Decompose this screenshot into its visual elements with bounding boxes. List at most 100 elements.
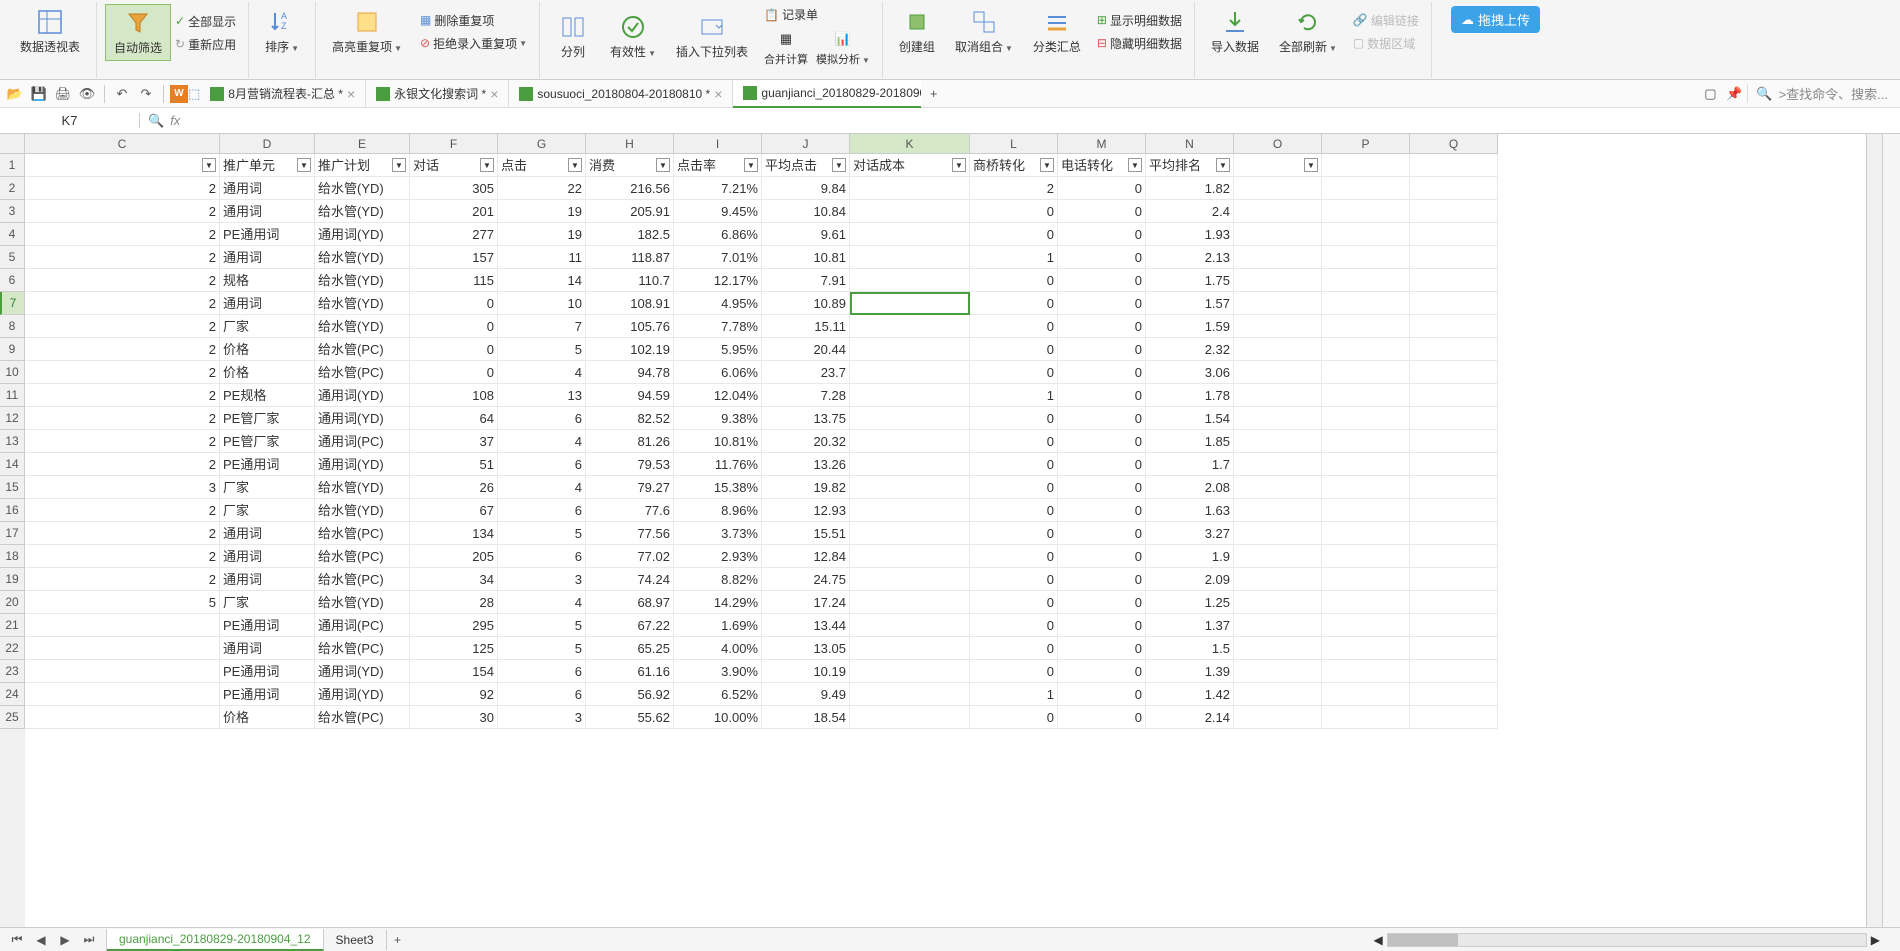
data-cell[interactable]: 通用词(PC): [315, 614, 410, 637]
data-cell[interactable]: [1322, 545, 1410, 568]
row-header[interactable]: 16: [0, 499, 25, 522]
row-header[interactable]: 10: [0, 361, 25, 384]
whatif-button[interactable]: 📊 模拟分析▼: [812, 27, 874, 69]
data-cell[interactable]: 0: [1058, 683, 1146, 706]
data-cell[interactable]: 1.9: [1146, 545, 1234, 568]
data-cell[interactable]: [1410, 476, 1498, 499]
text-to-columns-button[interactable]: 分列: [548, 4, 598, 69]
data-cell[interactable]: 10.81%: [674, 430, 762, 453]
insert-dropdown-button[interactable]: 插入下拉列表: [668, 4, 756, 69]
data-cell[interactable]: [850, 614, 970, 637]
data-cell[interactable]: 1.25: [1146, 591, 1234, 614]
data-cell[interactable]: 给水管(PC): [315, 522, 410, 545]
column-header[interactable]: Q: [1410, 134, 1498, 154]
data-cell[interactable]: 79.27: [586, 476, 674, 499]
pin-button[interactable]: 📌: [1723, 83, 1745, 105]
filter-dropdown-button[interactable]: ▼: [1216, 158, 1230, 172]
filter-dropdown-button[interactable]: ▼: [297, 158, 311, 172]
data-cell[interactable]: [850, 407, 970, 430]
data-cell[interactable]: 2: [25, 269, 220, 292]
data-cell[interactable]: 给水管(YD): [315, 591, 410, 614]
sheet-next-button[interactable]: ▶: [54, 929, 76, 951]
autofilter-button[interactable]: 自动筛选: [105, 4, 171, 61]
data-cell[interactable]: 51: [410, 453, 498, 476]
data-cell[interactable]: 7: [498, 315, 586, 338]
data-cell[interactable]: [1234, 568, 1322, 591]
data-cell[interactable]: [1322, 499, 1410, 522]
header-cell[interactable]: ▼: [1234, 154, 1322, 177]
data-cell[interactable]: PE通用词: [220, 223, 315, 246]
data-cell[interactable]: 14.29%: [674, 591, 762, 614]
highlight-duplicates-button[interactable]: 高亮重复项▼: [324, 4, 410, 59]
data-cell[interactable]: 0: [970, 476, 1058, 499]
data-cell[interactable]: [1322, 315, 1410, 338]
data-cell[interactable]: 37: [410, 430, 498, 453]
data-cell[interactable]: 12.04%: [674, 384, 762, 407]
data-cell[interactable]: [1410, 200, 1498, 223]
data-cell[interactable]: 2.08: [1146, 476, 1234, 499]
data-cell[interactable]: 1.63: [1146, 499, 1234, 522]
data-cell[interactable]: 2: [25, 338, 220, 361]
record-form-button[interactable]: 📋记录单: [760, 4, 874, 25]
wps-logo-button[interactable]: W: [170, 83, 188, 105]
data-cell[interactable]: [850, 246, 970, 269]
column-header[interactable]: P: [1322, 134, 1410, 154]
data-cell[interactable]: 1.85: [1146, 430, 1234, 453]
data-cell[interactable]: 154: [410, 660, 498, 683]
data-cell[interactable]: 125: [410, 637, 498, 660]
row-header[interactable]: 25: [0, 706, 25, 729]
data-cell[interactable]: 通用词(YD): [315, 453, 410, 476]
data-cell[interactable]: 118.87: [586, 246, 674, 269]
data-cell[interactable]: 0: [1058, 591, 1146, 614]
data-cell[interactable]: 0: [970, 361, 1058, 384]
data-cell[interactable]: 11.76%: [674, 453, 762, 476]
data-cell[interactable]: 182.5: [586, 223, 674, 246]
filter-dropdown-button[interactable]: ▼: [656, 158, 670, 172]
data-cell[interactable]: 价格: [220, 706, 315, 729]
data-cell[interactable]: 134: [410, 522, 498, 545]
column-header[interactable]: N: [1146, 134, 1234, 154]
data-cell[interactable]: 102.19: [586, 338, 674, 361]
row-header[interactable]: 15: [0, 476, 25, 499]
data-cell[interactable]: 9.61: [762, 223, 850, 246]
data-cell[interactable]: 13.44: [762, 614, 850, 637]
data-cell[interactable]: [1410, 246, 1498, 269]
data-cell[interactable]: 0: [410, 292, 498, 315]
data-cell[interactable]: [1410, 522, 1498, 545]
document-tab[interactable]: 永银文化搜索词 *×: [366, 80, 509, 108]
data-cell[interactable]: 3: [498, 568, 586, 591]
column-header[interactable]: G: [498, 134, 586, 154]
data-cell[interactable]: 通用词: [220, 200, 315, 223]
data-cell[interactable]: 0: [970, 614, 1058, 637]
open-button[interactable]: 📂: [4, 83, 26, 105]
data-cell[interactable]: 0: [1058, 499, 1146, 522]
data-cell[interactable]: 13.26: [762, 453, 850, 476]
document-tab[interactable]: sousuoci_20180804-20180810 *×: [509, 80, 733, 108]
data-cell[interactable]: 给水管(YD): [315, 177, 410, 200]
data-cell[interactable]: 价格: [220, 338, 315, 361]
cells-area[interactable]: ▼推广单元▼推广计划▼对话▼点击▼消费▼点击率▼平均点击▼对话成本▼商桥转化▼电…: [25, 154, 1882, 927]
data-cell[interactable]: 0: [1058, 660, 1146, 683]
data-cell[interactable]: 4: [498, 430, 586, 453]
data-cell[interactable]: 1.57: [1146, 292, 1234, 315]
sheet-first-button[interactable]: ⏮: [6, 929, 28, 951]
data-cell[interactable]: 通用词: [220, 522, 315, 545]
row-header[interactable]: 2: [0, 177, 25, 200]
data-cell[interactable]: 205: [410, 545, 498, 568]
data-cell[interactable]: [850, 522, 970, 545]
data-cell[interactable]: [850, 269, 970, 292]
data-cell[interactable]: 0: [410, 361, 498, 384]
pivot-table-button[interactable]: 数据透视表: [12, 4, 88, 59]
row-header[interactable]: 17: [0, 522, 25, 545]
data-cell[interactable]: [850, 361, 970, 384]
data-cell[interactable]: 5: [498, 522, 586, 545]
data-cell[interactable]: 给水管(YD): [315, 292, 410, 315]
filter-dropdown-button[interactable]: ▼: [480, 158, 494, 172]
data-cell[interactable]: [1234, 269, 1322, 292]
column-header[interactable]: M: [1058, 134, 1146, 154]
group-button[interactable]: 创建组: [891, 4, 943, 59]
data-cell[interactable]: [1410, 407, 1498, 430]
data-cell[interactable]: 0: [970, 430, 1058, 453]
data-cell[interactable]: 2.4: [1146, 200, 1234, 223]
data-cell[interactable]: 94.78: [586, 361, 674, 384]
